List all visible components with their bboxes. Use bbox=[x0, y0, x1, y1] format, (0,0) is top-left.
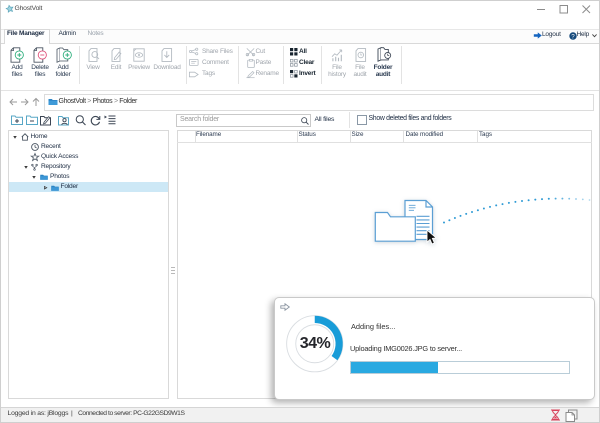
svg-text:?: ? bbox=[571, 33, 575, 40]
